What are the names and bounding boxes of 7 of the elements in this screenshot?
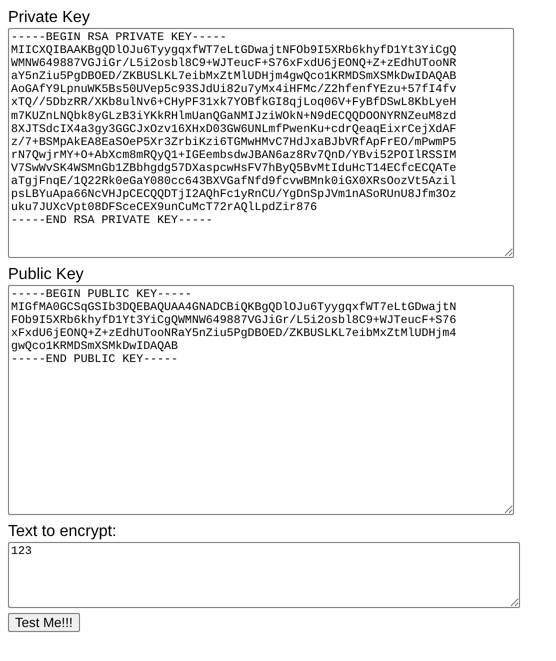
field-label: Public Key — [8, 265, 84, 285]
test-button[interactable]: Test Me!!! — [8, 613, 80, 632]
text-input[interactable]: 123 — [8, 542, 520, 608]
field-label: Private Key — [8, 8, 90, 28]
field-label: Text to encrypt: — [8, 522, 116, 542]
public-key-textarea[interactable]: -----BEGIN PUBLIC KEY----- MIGfMA0GCSqGSIb3DQEBAQUAA4GNADCBiQKBgQDlOJu6TyygqxfWT7eLtGDwajtN FOb9I5XRb6khyfD1Yt3YiCgQWMNW649887VGJiGr/L5i2osbl8C9+WJTeucF+S76 xFxdU6jEONQ+Z+zEdhUTooNRaY5nZiu5PgDBOED/ZKBUSLKL7eibMxZtMlUDHjm4 gwQco1KRMDSmXSMkDwIDAQAB -----END PUBLIC KEY----- — [8, 285, 514, 515]
private-key-textarea[interactable]: -----BEGIN RSA PRIVATE KEY----- MIICXQIBAAKBgQDlOJu6TyygqxfWT7eLtGDwajtNFOb9I5XRb6khyfD1Yt3YiCgQ WMNW649887VGJiGr/L5i2osbl8C9+WJTeucF+S76xFxdU6jEONQ+Z+zEdhUTooNR aY5nZiu5PgDBOED/ZKBUSLKL7eibMxZtMlUDHjm4gwQco1KRMDSmXSMkDwIDAQAB AoGAfY9LpnuWK5Bs50UVep5c93SJdUi82u7yMx4iHFMc/Z2hfenfYEzu+57fI4fv xTQ//5DbzRR/XKb8ulNv6+CHyPF31xk7YOBfkGI8qjLoq06V+FyBfDSwL8KbLyeH m7KUZnLNQbk8yGLzB3iYKkRHlmUanQGaNMIJziWOkN+N9dECQQDOONYRNZeuM8zd 8XJTSdcIX4a3gy3GGCJxOzv16XHxD03GW6UNLmfPwenKu+cdrQeaqEixrCejXdAF z/7+BSMpAkEA8EaSOeP5Xr3ZrbiKzi6TGMwHMvC7HdJxaBJbVRfApFrEO/mPwmP5 rN7QwjrMY+O+AbXcm8mRQyQ1+IGEembsdwJBAN6az8Rv7QnD/YBvi52POIlRSSIM V7SwWvSK4WSMnGb1ZBbhgdg57DXaspcwHsFV7hByQ5BvMtIduHcT14ECfcECQATe aTgjFnqE/1Q22Rk0eGaY080cc643BXVGafNfd9fcvwBMnk0iGX0XRsOozVt5Azil psLBYuApa66NcVHJpCECQQDTjI2AQhFc1yRnCU/YgDnSpJVm1nASoRUnU8Jfm3Oz uku7JUXcVpt08DFSceCEX9unCuMcT72rAQlLpdZir876 -----END RSA PRIVATE KEY----- — [8, 28, 514, 258]
